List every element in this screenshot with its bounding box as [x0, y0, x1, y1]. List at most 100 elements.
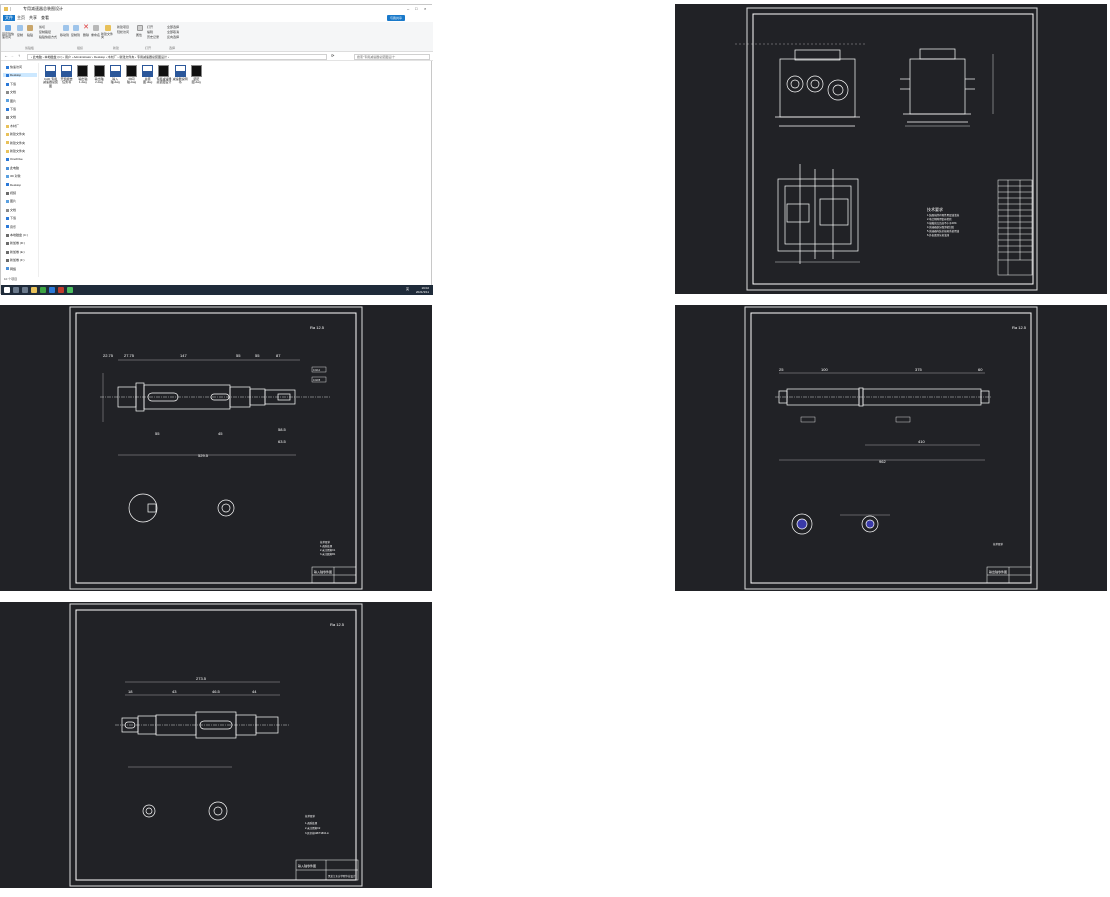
cad-app-icon[interactable] [58, 287, 64, 293]
minimize-button[interactable]: – [407, 6, 409, 11]
group-clipboard: 剪贴板 [25, 46, 35, 50]
file-item[interactable]: 开题报告 任务书 [59, 65, 74, 85]
rename-label[interactable]: 重命名 [91, 33, 100, 37]
open-button[interactable]: 打开 [147, 25, 153, 29]
search-icon[interactable] [13, 287, 19, 293]
tab-file[interactable]: 文件 [3, 15, 15, 21]
folder-icon [6, 124, 9, 128]
file-item[interactable]: 总装图.dwg [140, 65, 155, 85]
quick-access-toolbar[interactable] [10, 7, 20, 11]
file-item[interactable]: 输出轴1.dwg [75, 65, 90, 85]
nav-item[interactable]: Desktop [6, 183, 21, 187]
file-item[interactable]: 专用减速器总装图设计 [156, 65, 171, 85]
breadcrumb[interactable]: › 此电脑 › 本地磁盘 (C:) › 用户 › Administrator ›… [31, 55, 169, 59]
nav-item[interactable]: 本地磁盘 (C:) [6, 233, 28, 237]
edit-button[interactable]: 编辑 [147, 30, 153, 34]
share-button[interactable]: 与我共享 [387, 15, 406, 21]
copy-icon[interactable] [17, 25, 23, 31]
forward-icon[interactable]: → [10, 53, 14, 58]
nav-item[interactable]: Desktop [3, 73, 37, 78]
nav-item[interactable]: 文档 [6, 90, 16, 94]
file-item[interactable]: 中间轴.dwg [124, 65, 139, 85]
file-item[interactable]: 装配图.dwg [189, 65, 204, 85]
file-explorer-icon[interactable] [31, 287, 37, 293]
nav-item[interactable]: 新建文件夹 [6, 149, 25, 153]
copy-path-button[interactable]: 复制路径 [39, 30, 51, 34]
search-input[interactable]: 搜索"专用减速器总装图设计" [354, 54, 430, 60]
history-button[interactable]: 历史记录 [147, 35, 159, 39]
nav-item[interactable]: 新建文件夹 [6, 132, 25, 136]
tab-home[interactable]: 主页 [15, 15, 27, 21]
wechat-icon[interactable] [67, 287, 73, 293]
system-tray[interactable]: 英 19:02 2021/3/11 [406, 286, 429, 294]
properties-icon[interactable] [137, 25, 143, 31]
paste-icon[interactable] [27, 25, 33, 31]
copy-to-label[interactable]: 复制到 [71, 33, 80, 37]
file-item[interactable]: 输入轴.dwg [108, 65, 123, 85]
nav-item[interactable]: 下载 [6, 82, 16, 86]
new-folder-label[interactable]: 新建文件夹 [101, 33, 115, 39]
copy-to-icon[interactable] [73, 25, 79, 31]
easy-access-button[interactable]: 轻松访问 [117, 30, 129, 34]
nav-item[interactable]: 下载 [6, 107, 16, 111]
cut-button[interactable]: 剪切 [39, 25, 45, 29]
nav-item[interactable]: 新建文件夹 [6, 141, 25, 145]
app-icon[interactable] [49, 287, 55, 293]
file-item[interactable]: 减速器说明书 [173, 65, 188, 85]
file-item[interactable]: CAD 专用减速器总装图 [43, 65, 58, 88]
select-all-button[interactable]: 全部选择 [167, 25, 179, 29]
nav-item[interactable]: 新加卷 (E:) [6, 250, 25, 254]
pin-button-label[interactable]: 固定到快速访问 [2, 33, 14, 39]
copy-button-label[interactable]: 复制 [17, 33, 23, 37]
refresh-icon[interactable]: ⟳ [331, 53, 334, 58]
word-document-icon [61, 65, 73, 77]
close-button[interactable]: × [424, 6, 426, 11]
invert-selection-button[interactable]: 反向选择 [167, 35, 179, 39]
nav-item[interactable]: 文档 [6, 115, 16, 119]
properties-label[interactable]: 属性 [136, 33, 142, 37]
task-view-icon[interactable] [22, 287, 28, 293]
paste-shortcut-button[interactable]: 粘贴快捷方式 [39, 35, 57, 39]
overall-length: 529.5 [198, 453, 209, 458]
delete-label[interactable]: 删除 [83, 33, 89, 37]
paste-button-label[interactable]: 粘贴 [27, 33, 33, 37]
pc-icon [6, 166, 9, 170]
tab-view[interactable]: 查看 [39, 15, 51, 21]
rename-icon[interactable] [93, 25, 99, 31]
up-icon[interactable]: ↑ [18, 53, 20, 58]
maximize-button[interactable]: □ [415, 6, 417, 11]
nav-item[interactable]: 网络 [6, 267, 16, 271]
windows-start-icon[interactable] [4, 287, 10, 293]
nav-item[interactable]: 文档 [6, 208, 16, 212]
tab-share[interactable]: 共享 [27, 15, 39, 21]
pin-icon[interactable] [5, 25, 11, 31]
nav-item[interactable]: 此电脑 [6, 166, 19, 170]
move-to-icon[interactable] [63, 25, 69, 31]
file-item[interactable]: 输出轴2.dwg [92, 65, 107, 85]
nav-item[interactable]: 3D 对象 [6, 174, 21, 178]
nav-item[interactable]: 下载 [6, 216, 16, 220]
dim-text: 27.75 [124, 353, 135, 358]
select-none-button[interactable]: 全部取消 [167, 30, 179, 34]
new-item-button[interactable]: 新建项目 [117, 25, 129, 29]
input-language[interactable]: 英 [406, 287, 409, 291]
section-views [791, 513, 890, 535]
nav-item[interactable]: OneDrive [6, 157, 23, 161]
browser-icon[interactable] [40, 287, 46, 293]
nav-item[interactable]: 图片 [6, 199, 16, 203]
delete-icon[interactable]: ✕ [83, 24, 89, 31]
network-icon [6, 267, 9, 271]
move-to-label[interactable]: 移动到 [60, 33, 69, 37]
address-bar[interactable]: › 此电脑 › 本地磁盘 (C:) › 用户 › Administrator ›… [27, 54, 327, 60]
nav-item[interactable]: 新加卷 (D:) [6, 241, 25, 245]
nav-item[interactable]: 新加卷 (F:) [6, 258, 25, 262]
nav-item[interactable]: 木材厂 [6, 124, 19, 128]
nav-item[interactable]: 音乐 [6, 225, 16, 229]
nav-item[interactable]: 图片 [6, 99, 16, 103]
back-icon[interactable]: ← [4, 53, 8, 58]
new-folder-icon[interactable] [105, 25, 111, 31]
sheet-inner-border [75, 609, 357, 881]
nav-item[interactable]: 视频 [6, 191, 16, 195]
nav-item[interactable]: 快速访问 [6, 65, 22, 69]
status-bar: 10 个项目 [1, 277, 433, 283]
